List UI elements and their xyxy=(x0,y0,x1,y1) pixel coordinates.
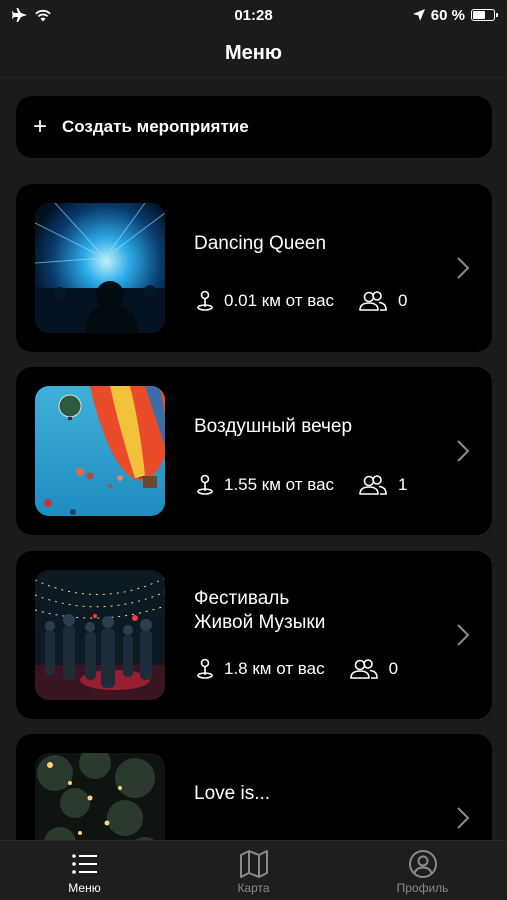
event-title: Воздушный вечер xyxy=(194,416,353,437)
event-card[interactable]: Love is... xyxy=(16,734,492,840)
location-pin-icon xyxy=(197,474,213,495)
plus-icon: + xyxy=(32,113,47,140)
create-event-label: Создать мероприятие xyxy=(62,117,249,136)
tab-menu-label: Меню xyxy=(68,881,101,895)
tab-map-label: Карта xyxy=(237,881,270,895)
event-image-balloons xyxy=(35,386,165,516)
event-card[interactable]: Воздушный вечер 1.55 км от вас 1 xyxy=(16,367,492,535)
tab-bar: Меню Карта Профиль xyxy=(0,840,507,900)
event-meta: 0.01 км от вас 0 xyxy=(194,290,408,312)
tab-profile[interactable]: Профиль xyxy=(338,841,507,900)
battery-icon xyxy=(471,9,498,21)
page-title: Меню xyxy=(225,42,282,64)
chevron-right-icon xyxy=(457,257,470,279)
map-icon xyxy=(239,850,268,878)
tab-map[interactable]: Карта xyxy=(169,841,338,900)
event-distance: 1.55 км от вас xyxy=(224,475,335,494)
location-pin-icon xyxy=(197,290,213,311)
participants-count: 0 xyxy=(388,659,399,678)
status-left xyxy=(12,8,52,22)
participants-icon xyxy=(359,291,387,311)
event-meta: 1.55 км от вас 1 xyxy=(194,474,408,496)
participants-count: 1 xyxy=(398,475,408,494)
chevron-right-icon xyxy=(457,440,470,462)
participants-count: 0 xyxy=(398,291,408,310)
event-distance: 0.01 км от вас xyxy=(224,291,335,310)
profile-icon xyxy=(408,850,437,878)
event-title: Dancing Queen xyxy=(194,233,327,254)
event-meta: 1.8 км от вас 0 xyxy=(194,658,398,680)
app-screen: 01:28 60 % Меню + Создать мероприятие Da… xyxy=(0,0,507,900)
list-icon xyxy=(71,854,97,874)
tab-profile-label: Профиль xyxy=(396,881,449,895)
chevron-right-icon xyxy=(457,807,470,829)
event-image-concert xyxy=(35,203,165,333)
participants-icon xyxy=(349,659,378,679)
participants-icon xyxy=(359,475,387,495)
nav-header: Меню xyxy=(0,30,507,78)
event-image-festival xyxy=(35,570,165,700)
event-title: Love is... xyxy=(194,783,271,804)
wifi-icon xyxy=(35,9,51,21)
event-title: Фестиваль Живой Музыки xyxy=(194,588,326,633)
create-event-button[interactable]: + Создать мероприятие xyxy=(16,96,492,158)
event-image-fairy-lights xyxy=(35,753,165,840)
event-card[interactable]: Dancing Queen 0.01 км от вас 0 xyxy=(16,184,492,352)
event-distance: 1.8 км от вас xyxy=(224,659,325,678)
chevron-right-icon xyxy=(457,624,470,646)
event-list[interactable]: + Создать мероприятие Dancing Queen 0.01… xyxy=(0,78,507,840)
battery-percent: 60 % xyxy=(430,6,465,24)
airplane-icon xyxy=(12,8,27,22)
status-right: 60 % xyxy=(412,6,498,24)
location-arrow-icon xyxy=(412,9,425,21)
event-card[interactable]: Фестиваль Живой Музыки 1.8 км от вас 0 xyxy=(16,551,492,719)
status-bar: 01:28 60 % xyxy=(0,0,507,30)
location-pin-icon xyxy=(197,658,213,679)
tab-menu[interactable]: Меню xyxy=(0,841,169,900)
battery-fill xyxy=(473,11,485,19)
